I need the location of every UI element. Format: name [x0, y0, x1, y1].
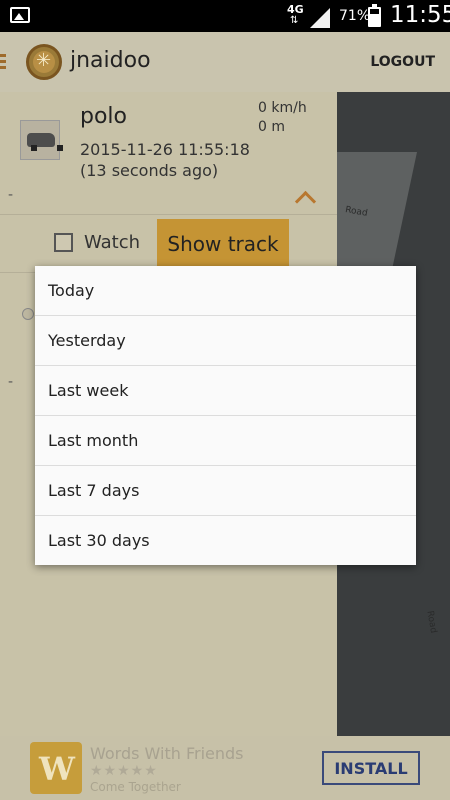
vehicle-distance: 0 m — [258, 119, 285, 135]
signal-icon — [310, 8, 330, 28]
gallery-icon — [10, 7, 30, 23]
location-marker-icon — [22, 308, 34, 320]
ad-title: Words With Friends — [90, 744, 244, 763]
divider — [0, 214, 337, 215]
menu-item-last-30-days[interactable]: Last 30 days — [35, 516, 416, 566]
menu-item-today[interactable]: Today — [35, 266, 416, 316]
menu-item-last-week[interactable]: Last week — [35, 366, 416, 416]
app-icon: W — [30, 742, 82, 794]
battery-percent: 71% — [339, 8, 371, 24]
app-bar: jnaidoo LOGOUT — [0, 32, 450, 92]
status-bar: 4G ⇅ 71% 11:55 — [0, 0, 450, 32]
watch-label: Watch — [84, 232, 141, 253]
network-type: 4G — [287, 3, 304, 16]
menu-item-last-month[interactable]: Last month — [35, 416, 416, 466]
ad-banner[interactable]: W Words With Friends ★★★★★ Come Together… — [0, 736, 450, 800]
vehicle-speed: 0 km/h — [258, 100, 307, 116]
clock: 11:55 — [390, 2, 450, 28]
battery-icon — [368, 4, 381, 27]
chevron-up-icon[interactable] — [294, 186, 316, 208]
vehicle-time-ago: (13 seconds ago) — [80, 161, 219, 180]
dash-label-b: - — [8, 374, 14, 390]
menu-icon[interactable] — [0, 54, 6, 70]
vehicle-name: polo — [80, 104, 127, 129]
ad-subtitle: Come Together — [90, 780, 181, 794]
rating-stars-icon: ★★★★★ — [90, 763, 158, 779]
watch-checkbox[interactable] — [54, 233, 73, 252]
vehicle-timestamp: 2015-11-26 11:55:18 — [80, 140, 250, 159]
menu-item-yesterday[interactable]: Yesterday — [35, 316, 416, 366]
dash-label-a: - — [8, 187, 14, 203]
data-arrows-icon: ⇅ — [290, 15, 299, 26]
username: jnaidoo — [70, 48, 151, 73]
orange-logo-icon — [26, 44, 62, 80]
menu-item-last-7-days[interactable]: Last 7 days — [35, 466, 416, 516]
date-range-menu: Today Yesterday Last week Last month Las… — [35, 266, 416, 565]
install-button[interactable]: INSTALL — [322, 751, 420, 785]
show-track-button[interactable]: Show track — [157, 219, 289, 269]
vehicle-thumbnail — [20, 120, 63, 160]
logout-button[interactable]: LOGOUT — [370, 54, 435, 70]
battery-fill — [370, 13, 379, 25]
